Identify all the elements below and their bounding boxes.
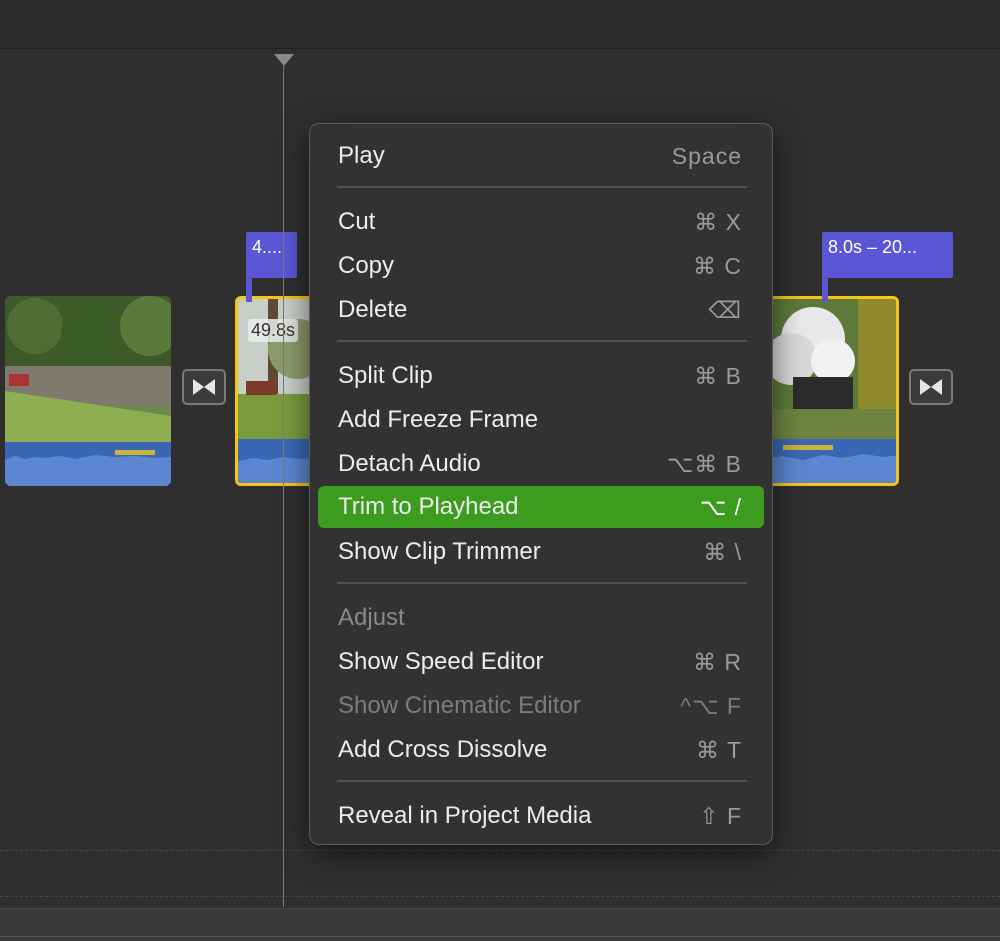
menu-item-label: Copy — [338, 252, 395, 279]
menu-item-reveal-in-project-media[interactable]: Reveal in Project Media ⇧ F — [318, 796, 764, 836]
menu-item-label: Show Clip Trimmer — [338, 538, 541, 565]
bowtie-transition-icon — [193, 379, 215, 395]
menu-item-copy[interactable]: Copy ⌘ C — [318, 246, 764, 286]
menu-item-label: Split Clip — [338, 362, 433, 389]
menu-item-show-clip-trimmer[interactable]: Show Clip Trimmer ⌘ \ — [318, 532, 764, 572]
menu-item-label: Detach Audio — [338, 450, 481, 477]
transition-button[interactable] — [182, 369, 226, 405]
menu-section-label: Adjust — [338, 604, 405, 631]
menu-item-label: Delete — [338, 296, 408, 323]
menu-item-label: Trim to Playhead — [338, 493, 519, 520]
delete-key-icon: ⌫ — [708, 296, 742, 323]
menu-item-add-freeze-frame[interactable]: Add Freeze Frame — [318, 400, 764, 440]
menu-item-play[interactable]: Play Space — [318, 136, 764, 176]
track-divider — [0, 896, 1000, 897]
video-clip-1[interactable] — [5, 296, 171, 486]
playhead-handle[interactable] — [274, 54, 294, 66]
menu-item-shortcut: ⌘ B — [694, 362, 742, 389]
divider — [0, 936, 1000, 937]
menu-separator — [337, 582, 747, 584]
audio-waveform — [5, 442, 171, 486]
clip-tag-3[interactable]: 8.0s – 20... — [822, 232, 953, 278]
menu-separator — [337, 340, 747, 342]
menu-item-label: Reveal in Project Media — [338, 802, 592, 829]
menu-item-shortcut: ^⌥ F — [680, 692, 742, 719]
clip-thumbnail — [763, 299, 896, 442]
bottom-bar — [0, 908, 1000, 941]
track-divider — [0, 850, 1000, 851]
menu-item-label: Cut — [338, 208, 376, 235]
menu-item-shortcut: ⇧ F — [699, 802, 742, 829]
menu-item-shortcut: ⌘ \ — [703, 538, 742, 565]
menu-item-label: Add Cross Dissolve — [338, 736, 548, 763]
menu-section-adjust: Adjust — [318, 598, 764, 638]
clip-duration-label: 49.8s — [248, 319, 299, 342]
menu-item-shortcut: ⌘ X — [694, 208, 742, 235]
menu-item-show-speed-editor[interactable]: Show Speed Editor ⌘ R — [318, 642, 764, 682]
menu-item-detach-audio[interactable]: Detach Audio ⌥⌘ B — [318, 444, 764, 484]
menu-item-label: Show Cinematic Editor — [338, 692, 581, 719]
clip-thumbnail — [5, 296, 171, 442]
menu-item-trim-to-playhead[interactable]: Trim to Playhead ⌥ / — [318, 486, 764, 528]
top-toolbar — [0, 0, 1000, 49]
menu-item-shortcut: ⌘ R — [693, 648, 742, 675]
menu-item-show-cinematic-editor: Show Cinematic Editor ^⌥ F — [318, 686, 764, 726]
menu-item-shortcut: ⌥ / — [699, 493, 742, 520]
menu-item-cut[interactable]: Cut ⌘ X — [318, 202, 764, 242]
menu-item-split-clip[interactable]: Split Clip ⌘ B — [318, 356, 764, 396]
playhead[interactable] — [283, 64, 284, 907]
menu-item-shortcut: Space — [671, 142, 742, 169]
transition-button[interactable] — [909, 369, 953, 405]
audio-waveform — [763, 439, 896, 483]
clip-tag-2[interactable]: 4.... — [246, 232, 297, 278]
menu-item-label: Play — [338, 142, 385, 169]
menu-item-label: Show Speed Editor — [338, 648, 544, 675]
bowtie-transition-icon — [920, 379, 942, 395]
context-menu: Play Space Cut ⌘ X Copy ⌘ C Delete ⌫ Spl… — [309, 123, 773, 845]
menu-item-add-cross-dissolve[interactable]: Add Cross Dissolve ⌘ T — [318, 730, 764, 770]
menu-item-label: Add Freeze Frame — [338, 406, 539, 433]
menu-item-delete[interactable]: Delete ⌫ — [318, 290, 764, 330]
menu-item-shortcut: ⌘ T — [695, 736, 742, 763]
menu-item-shortcut: ⌥⌘ B — [666, 450, 742, 477]
menu-separator — [337, 186, 747, 188]
menu-separator — [337, 780, 747, 782]
menu-item-shortcut: ⌘ C — [693, 252, 742, 279]
video-clip-3[interactable] — [760, 296, 899, 486]
